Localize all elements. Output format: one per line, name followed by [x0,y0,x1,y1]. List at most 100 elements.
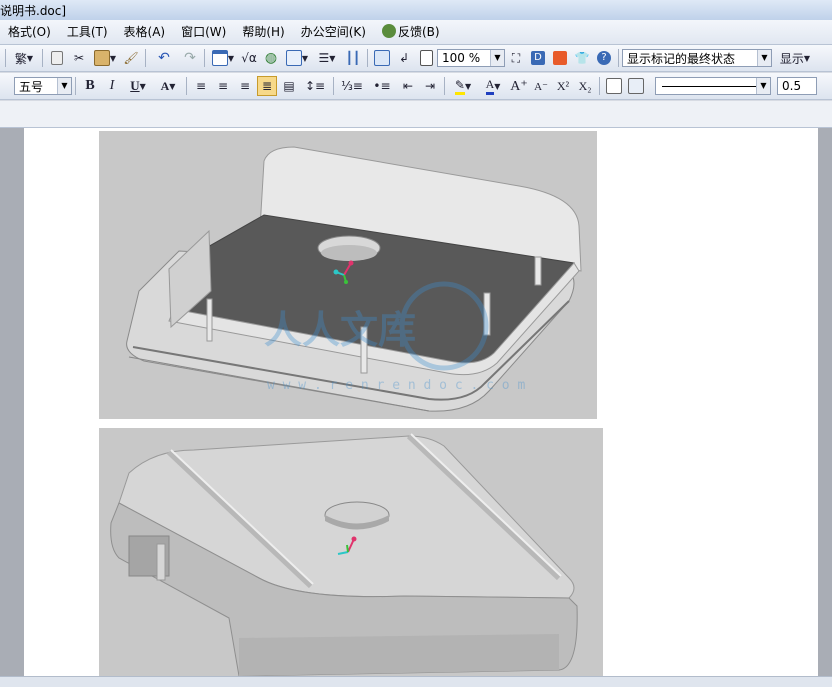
read-mode-button[interactable]: ⛶ [506,48,526,68]
align-left-icon: ≡ [195,79,207,93]
traditional-label: 繁 [14,51,27,66]
insert-textbox-button[interactable] [604,76,624,96]
table-icon [211,50,228,66]
feedback-icon [381,24,396,38]
undo-button[interactable]: ↶ [150,48,178,68]
distributed-button[interactable]: ▤ [279,76,299,96]
print-preview-button[interactable] [416,48,436,68]
paste-icon [93,50,110,66]
align-right-button[interactable]: ≡ [235,76,255,96]
zoom-value: 100 % [442,51,481,65]
cut-button[interactable]: ✂ [69,48,89,68]
shirt-icon: 👕 [574,51,590,65]
textbox-icon [606,78,622,94]
subscript-button[interactable]: X₂ [575,76,595,96]
bullet-list-icon: •≡ [373,79,391,93]
toolbar-separator [186,77,187,95]
align-left-button[interactable]: ≡ [191,76,211,96]
toolbar-separator [333,77,334,95]
grow-font-icon: A⁺ [510,78,528,94]
highlight-button[interactable]: ✎ ▼ [449,76,477,96]
drawing-button[interactable]: ┃┃ [343,48,363,68]
chevron-down-icon: ▼ [756,78,770,94]
chart-bars-icon: ┃┃ [345,51,361,65]
increase-indent-button[interactable]: ⇥ [420,76,440,96]
sqrt-icon: √α [241,51,257,65]
markup-state-value: 显示标记的最终状态 [627,51,736,66]
formula-button[interactable]: √α [239,48,259,68]
copy-button[interactable] [47,48,67,68]
markup-state-select[interactable]: 显示标记的最终状态 ▼ [622,49,772,67]
copy-icon [51,51,63,65]
menu-table[interactable]: 表格(A) [116,20,174,44]
traditional-chinese-button[interactable]: 繁 ▼ [10,48,38,68]
char-scale-button[interactable]: A ▼ [154,76,182,96]
format-painter-button[interactable]: 🖌 [121,48,141,68]
show-hide-button[interactable]: ↲ [394,48,414,68]
formatting-toolbar: 五号 ▼ B I U ▼ A ▼ ≡ ≡ ≡ ≣ ▤ ↕≡ ⅓≡ •≡ ⇤ ⇥ ✎ ▼… [0,73,832,100]
toolbar-separator [444,77,445,95]
decrease-indent-button[interactable]: ⇤ [398,76,418,96]
justify-button[interactable]: ≣ [257,76,277,96]
format-button-d[interactable]: D [528,48,548,68]
outdent-icon: ⇤ [402,79,414,93]
resources-button[interactable] [550,48,570,68]
shirt-button[interactable]: 👕 [572,48,592,68]
binoculars-icon: ⛶ [511,50,521,65]
menu-tools[interactable]: 工具(T) [59,20,116,44]
bullets-button[interactable]: •≡ [368,76,396,96]
line-spacing-button[interactable]: ↕≡ [301,76,329,96]
line-style-select[interactable]: ▼ [655,77,771,95]
font-color-button[interactable]: A ▼ [479,76,507,96]
underline-button[interactable]: U ▼ [124,76,152,96]
show-label: 显示 [779,51,804,66]
menu-format[interactable]: 格式(O) [0,20,59,44]
font-color-icon: A [485,77,495,95]
help-button[interactable]: ? [594,48,614,68]
italic-button[interactable]: I [102,76,122,96]
align-center-icon: ≡ [217,79,229,93]
document-map-button[interactable] [372,48,392,68]
menu-window[interactable]: 窗口(W) [173,20,234,44]
line-width-select[interactable]: 0.5 [777,77,817,95]
shrink-font-button[interactable]: A⁻ [531,76,551,96]
help-icon: ? [597,51,611,65]
font-size-select[interactable]: 五号 ▼ [14,77,72,95]
scissors-icon: ✂ [73,51,85,65]
table-grid-button[interactable]: ▼ [283,48,311,68]
menu-office-space[interactable]: 办公空间(K) [293,20,374,44]
paste-button[interactable]: ▼ [91,48,119,68]
superscript-icon: X² [556,78,570,93]
brush-icon: 🖌 [123,51,139,65]
hyperlink-button[interactable]: ◍ [261,48,281,68]
show-menu-button[interactable]: 显示 ▼ [773,48,817,68]
grid-icon [285,50,302,66]
bold-button[interactable]: B [80,76,100,96]
highlighter-icon: ✎ [454,78,465,95]
menu-feedback-label: 反馈(B) [397,25,440,39]
cad-image-open-box: 人人文库 w w w . r e n r e n d o c . c o m [99,131,597,419]
superscript-button[interactable]: X² [553,76,573,96]
title-bar: 说明书.doc] [0,0,832,21]
table-props-icon [628,78,644,94]
insert-table-button[interactable]: ▼ [209,48,237,68]
ruler-bar [0,101,832,128]
menu-feedback[interactable]: 反馈(B) [374,20,448,44]
redo-button[interactable]: ↷ [180,48,200,68]
justify-icon: ≣ [261,79,273,93]
zoom-select[interactable]: 100 % ▼ [437,49,505,67]
shrink-font-icon: A⁻ [534,80,548,93]
numbering-button[interactable]: ⅓≡ [338,76,366,96]
grow-font-button[interactable]: A⁺ [509,76,529,96]
blue-d-icon: D [531,51,545,65]
toolbar-separator [618,49,619,67]
globe-icon: ◍ [264,50,278,66]
resources-icon [553,51,567,65]
menu-bar: 格式(O) 工具(T) 表格(A) 窗口(W) 帮助(H) 办公空间(K) 反馈… [0,20,832,45]
align-right-icon: ≡ [239,79,251,93]
align-center-button[interactable]: ≡ [213,76,233,96]
table-props-button[interactable] [626,76,646,96]
undo-icon: ↶ [158,50,170,66]
columns-button[interactable]: ☰ ▼ [313,48,341,68]
menu-help[interactable]: 帮助(H) [234,20,292,44]
